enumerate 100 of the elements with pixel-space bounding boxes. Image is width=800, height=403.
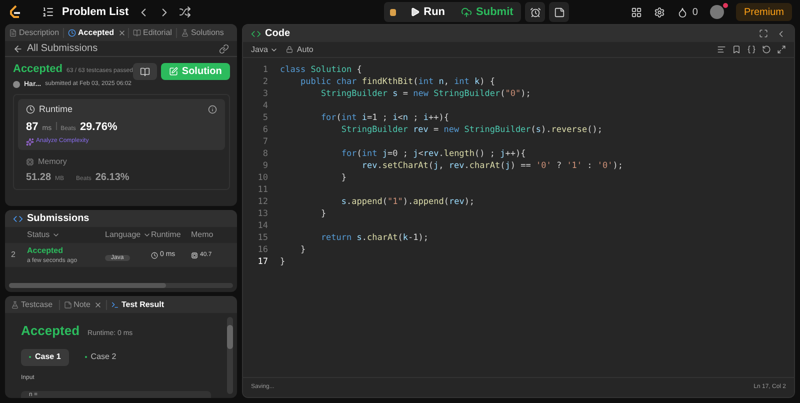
layout-icon[interactable] (631, 6, 642, 18)
panel-title: Submissions (27, 212, 90, 226)
premium-button[interactable]: Premium (736, 3, 792, 21)
settings-icon[interactable] (654, 6, 666, 18)
runtime-beats: 29.76% (80, 120, 118, 134)
code-line: class Solution { (280, 64, 362, 76)
line-number: 11 (256, 184, 269, 196)
line-number: 14 (256, 220, 269, 232)
shuffle-icon[interactable] (178, 6, 191, 18)
code-line: public char findKthBit(int n, int k) { (299, 76, 496, 88)
submit-button[interactable]: Submit (457, 4, 518, 20)
code-icon (251, 28, 261, 38)
link-icon[interactable] (219, 44, 229, 54)
clock-icon (26, 105, 35, 114)
panel-tab[interactable]: Note (62, 296, 92, 312)
line-number: 17 (256, 256, 269, 268)
memory-label: Memory (38, 156, 67, 168)
column-header[interactable]: Status (27, 229, 50, 241)
sort-icon[interactable] (142, 231, 151, 239)
line-number: 9 (262, 160, 269, 172)
chip-icon (26, 158, 34, 166)
run-button[interactable]: Run (406, 4, 450, 20)
tab-icon (11, 300, 19, 308)
code-line: } (299, 244, 306, 256)
panel-tab[interactable]: Editorial (131, 24, 174, 40)
tab-icon (9, 28, 17, 36)
close-icon[interactable] (118, 28, 126, 36)
book-icon (140, 66, 150, 76)
lock-icon (286, 46, 293, 53)
expand-icon[interactable] (777, 45, 786, 54)
code-line: StringBuilder rev = new StringBuilder(s).reverse(); (340, 124, 602, 136)
runtime-value: 87 (26, 120, 38, 134)
line-number: 16 (256, 244, 269, 256)
line-number: 2 (262, 76, 269, 88)
logo-icon[interactable] (8, 5, 22, 19)
memory-beats: 26.13% (95, 171, 130, 185)
timer-button[interactable] (525, 2, 546, 22)
status-text: Accepted (13, 62, 63, 77)
list-icon[interactable] (42, 6, 54, 18)
sparkle-icon (26, 138, 34, 146)
bookmark-icon[interactable] (732, 45, 741, 54)
braces-icon[interactable] (747, 45, 756, 54)
code-line: } (340, 172, 347, 184)
info-icon[interactable] (208, 105, 217, 114)
chip-icon (191, 252, 198, 258)
memory-value: 51.28 (26, 171, 52, 185)
note-icon (554, 6, 565, 18)
code-icon (13, 214, 23, 224)
notes-button[interactable] (132, 63, 157, 80)
droplet-icon[interactable] (677, 6, 688, 18)
line-number: 3 (262, 88, 269, 100)
row-index: 2 (10, 249, 16, 261)
sort-icon[interactable] (52, 231, 60, 239)
code-line: return s.charAt(k-1); (320, 232, 428, 244)
line-number: 1 (262, 64, 269, 76)
column-header[interactable]: Language (105, 229, 141, 241)
line-number: 15 (256, 232, 269, 244)
column-header[interactable]: Memo (191, 229, 214, 241)
tab-icon (111, 300, 120, 308)
line-number: 8 (262, 148, 269, 160)
play-icon (410, 7, 420, 17)
runtime-label: Runtime (39, 103, 73, 116)
fullscreen-icon[interactable] (759, 29, 768, 38)
coin-count: 0 (692, 6, 698, 20)
tab-icon (68, 28, 76, 36)
code-line: } (280, 256, 286, 268)
tab-icon (133, 28, 142, 36)
line-number: 6 (262, 124, 269, 136)
line-number: 12 (256, 196, 269, 208)
panel-tab[interactable]: Test Result (109, 296, 166, 312)
panel-tab[interactable]: Accepted (66, 24, 116, 40)
code-line: rev.setCharAt(j, rev.charAt(j) == '0' ? '1' : '0'); (360, 160, 624, 172)
language-dropdown[interactable]: Java (251, 44, 278, 56)
format-icon[interactable] (717, 45, 726, 54)
case-tab[interactable]: Case 2 (76, 348, 124, 366)
clock-icon (151, 252, 158, 258)
horizontal-scrollbar[interactable] (9, 283, 233, 288)
back-icon[interactable] (13, 44, 23, 54)
mode-text: Auto (296, 44, 314, 56)
code-line: for(int j=0 ; j<rev.length() ; j++){ (340, 148, 526, 160)
panel-title: Code (265, 27, 290, 41)
panel-tab[interactable]: Description (7, 24, 62, 40)
case-tab[interactable]: Case 1 (21, 348, 69, 366)
alarm-clock-icon (530, 6, 541, 18)
scrollbar[interactable] (227, 317, 233, 394)
problem-list-link[interactable]: Problem List (62, 4, 129, 20)
tab-icon (180, 28, 189, 36)
line-number: 4 (262, 100, 269, 112)
note-button[interactable] (549, 2, 570, 22)
code-line: s.append("1").append(rev); (340, 196, 475, 208)
code-line: for(int i=1 ; i<n ; i++){ (320, 112, 449, 124)
column-header[interactable]: Runtime (151, 229, 181, 241)
result-status: Accepted (21, 322, 80, 340)
user-avatar (13, 81, 20, 88)
panel-tab[interactable]: Solutions (178, 24, 226, 40)
reset-icon[interactable] (762, 45, 771, 54)
line-number: 5 (262, 112, 269, 124)
close-icon[interactable] (94, 300, 102, 308)
panel-tab[interactable]: Testcase (9, 296, 55, 312)
all-submissions-link[interactable]: All Submissions (27, 41, 98, 56)
